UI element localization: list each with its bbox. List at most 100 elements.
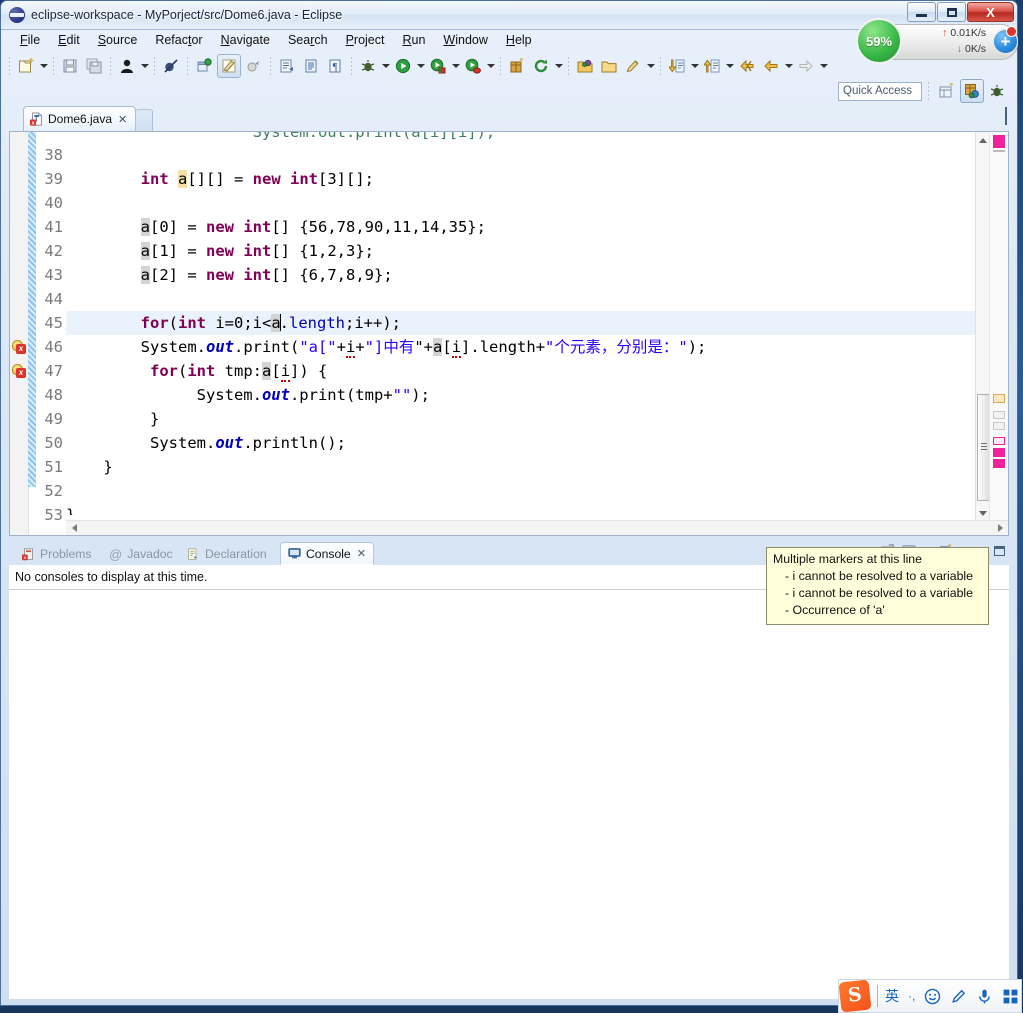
close-icon[interactable]: ✕ xyxy=(357,547,366,560)
eclipse-logo-icon xyxy=(9,7,25,23)
menu-source[interactable]: Source xyxy=(89,31,147,49)
menu-navigate[interactable]: Navigate xyxy=(212,31,279,49)
overview-warning-marker[interactable] xyxy=(993,394,1005,403)
console-body[interactable]: No consoles to display at this time. xyxy=(9,565,1009,999)
scroll-down-arrow-icon[interactable] xyxy=(976,505,990,521)
export-icon[interactable] xyxy=(243,55,265,77)
editor-vertical-scrollbar[interactable] xyxy=(975,132,991,521)
overview-error-marker[interactable] xyxy=(993,459,1005,468)
ime-toolbar[interactable]: S 英 ·, xyxy=(838,979,1022,1013)
save-all-icon[interactable] xyxy=(83,55,105,77)
refresh-icon[interactable] xyxy=(530,55,552,77)
ime-punctuation-mode[interactable]: ·, xyxy=(908,989,915,1003)
edit-icon[interactable] xyxy=(622,55,644,77)
new-dropdown-arrow[interactable] xyxy=(38,55,49,77)
coverage-dropdown-arrow[interactable] xyxy=(485,55,496,77)
overview-occurrence-marker[interactable] xyxy=(993,437,1005,445)
user-icon[interactable] xyxy=(116,55,138,77)
open-type-icon[interactable] xyxy=(300,55,322,77)
forward-dropdown-arrow[interactable] xyxy=(818,55,829,77)
code-line-50: System.out.println(); xyxy=(66,434,346,452)
scroll-up-arrow-icon[interactable] xyxy=(976,132,990,148)
next-dropdown-arrow[interactable] xyxy=(689,55,700,77)
refresh-dropdown-arrow[interactable] xyxy=(553,55,564,77)
line-number-ruler: 38 39 40 41 42 43 44 45 46 47 48 49 50 5… xyxy=(36,132,66,524)
menu-refactor[interactable]: Refactor xyxy=(146,31,211,49)
menu-file[interactable]: File xyxy=(11,31,49,49)
open-task-icon[interactable] xyxy=(276,55,298,77)
editor-area: x Dome6.java ✕ x x 38 39 40 41 42 43 44 … xyxy=(9,106,1009,625)
open-folder-icon[interactable] xyxy=(574,55,596,77)
overview-error-marker[interactable] xyxy=(993,448,1005,457)
pen-icon[interactable] xyxy=(950,988,967,1005)
java-perspective-icon[interactable] xyxy=(960,79,984,103)
run-dropdown-arrow[interactable] xyxy=(415,55,426,77)
run-as-dropdown-arrow[interactable] xyxy=(450,55,461,77)
toolbar-separator xyxy=(110,57,111,75)
prev-dropdown-arrow[interactable] xyxy=(724,55,735,77)
quick-access-row: Quick Access xyxy=(838,79,1009,103)
overview-error-marker[interactable] xyxy=(993,135,1005,148)
arrow-down-icon: ↓ xyxy=(956,43,962,55)
skip-breakpoints-icon[interactable] xyxy=(160,55,182,77)
code-text-area[interactable]: System.out.print(a[i][i]); int a[][] = n… xyxy=(66,132,976,521)
run-icon[interactable] xyxy=(392,55,414,77)
save-icon[interactable] xyxy=(59,55,81,77)
tab-javadoc[interactable]: @ Javadoc xyxy=(102,543,180,565)
sogou-logo-icon[interactable]: S xyxy=(838,979,872,1013)
debug-dropdown-arrow[interactable] xyxy=(380,55,391,77)
back-icon[interactable] xyxy=(760,55,782,77)
new-wizard-icon[interactable] xyxy=(15,55,37,77)
pilcrow-icon[interactable]: ¶ xyxy=(324,55,346,77)
maximize-editor-button[interactable] xyxy=(1005,107,1007,125)
microphone-icon[interactable] xyxy=(976,988,993,1005)
user-dropdown-arrow[interactable] xyxy=(139,55,150,77)
menu-edit[interactable]: Edit xyxy=(49,31,89,49)
menu-project[interactable]: Project xyxy=(337,31,394,49)
scroll-right-arrow-icon[interactable] xyxy=(992,521,1008,534)
new-java-project-icon[interactable] xyxy=(506,55,528,77)
overview-task-marker[interactable] xyxy=(993,411,1005,419)
forward-icon[interactable] xyxy=(795,55,817,77)
error-marker-line-47[interactable]: x xyxy=(10,359,28,383)
new-java-package-icon[interactable] xyxy=(193,55,215,77)
editor-overview-ruler[interactable] xyxy=(989,132,1008,521)
debug-icon[interactable] xyxy=(357,55,379,77)
editor-marker-bar[interactable]: x x xyxy=(10,132,29,535)
tab-problems[interactable]: x Problems xyxy=(15,543,98,565)
close-icon[interactable]: ✕ xyxy=(118,113,127,126)
ime-separator xyxy=(877,985,878,1007)
previous-annotation-icon[interactable] xyxy=(701,55,723,77)
debug-perspective-icon[interactable] xyxy=(986,80,1008,102)
edit-pencil-icon[interactable] xyxy=(217,54,241,78)
run-as-icon[interactable] xyxy=(427,55,449,77)
line-number: 49 xyxy=(44,410,63,428)
emoji-icon[interactable] xyxy=(924,988,941,1005)
menu-search[interactable]: Search xyxy=(279,31,337,49)
menu-window[interactable]: Window xyxy=(434,31,496,49)
overview-task-marker[interactable] xyxy=(993,422,1005,430)
ime-items: 英 ·, xyxy=(882,986,1019,1006)
open-package-icon[interactable] xyxy=(598,55,620,77)
network-speed-widget[interactable]: ↑ 0.01K/s ↓ 0K/s 59% + xyxy=(856,18,1018,64)
next-annotation-icon[interactable] xyxy=(666,55,688,77)
coverage-icon[interactable] xyxy=(462,55,484,77)
editor-tab-dome6[interactable]: x Dome6.java ✕ xyxy=(23,106,137,131)
open-perspective-icon[interactable] xyxy=(936,80,958,102)
ime-language-mode[interactable]: 英 xyxy=(885,986,899,1006)
back-dropdown-arrow[interactable] xyxy=(783,55,794,77)
maximize-view-button[interactable] xyxy=(994,546,1005,556)
edit-dropdown-arrow[interactable] xyxy=(645,55,656,77)
apps-grid-icon[interactable] xyxy=(1002,988,1019,1005)
error-marker-line-46[interactable]: x xyxy=(10,335,28,359)
tab-console[interactable]: Console ✕ xyxy=(280,542,374,565)
editor-horizontal-scrollbar[interactable] xyxy=(66,520,1008,535)
quick-access-input[interactable]: Quick Access xyxy=(838,81,922,101)
tab-declaration[interactable]: Declaration xyxy=(180,543,274,565)
cpu-percent-gauge[interactable]: 59% xyxy=(856,18,902,64)
back-history-icon[interactable] xyxy=(736,55,758,77)
menu-run[interactable]: Run xyxy=(393,31,434,49)
scroll-left-arrow-icon[interactable] xyxy=(66,521,82,534)
line-number: 44 xyxy=(44,290,63,308)
menu-help[interactable]: Help xyxy=(497,31,541,49)
